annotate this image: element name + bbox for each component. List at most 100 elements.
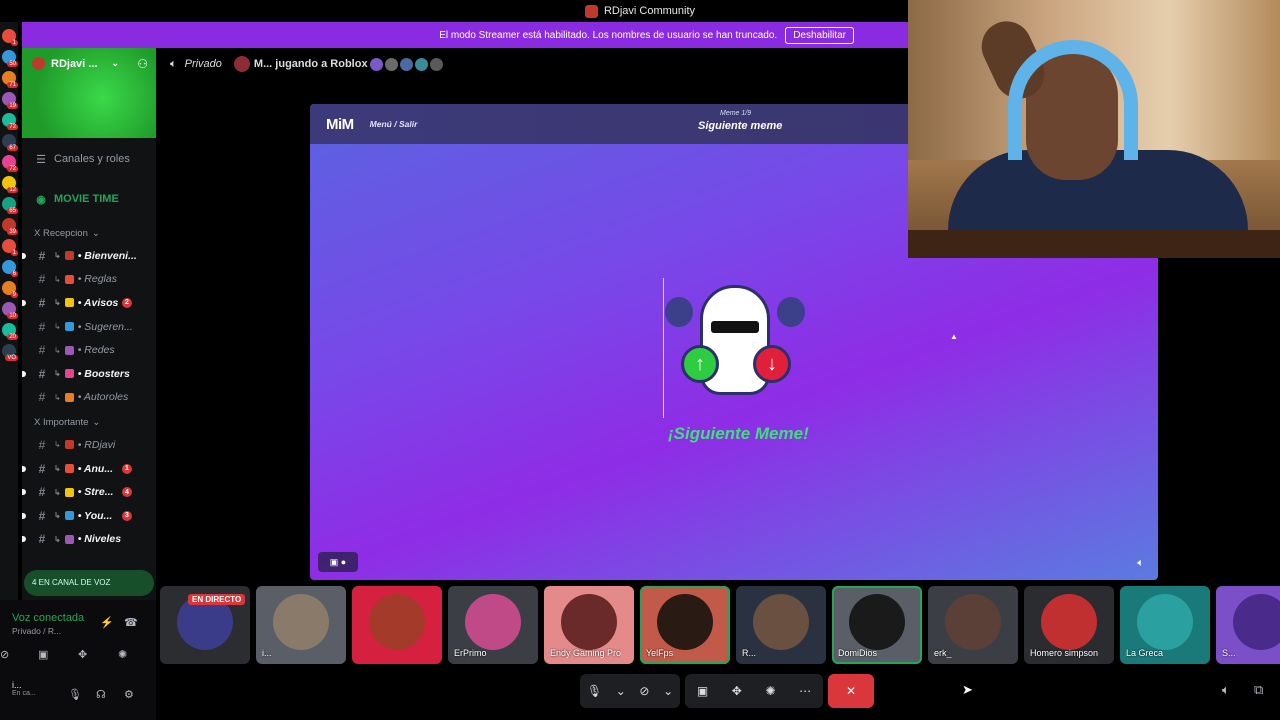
participant-tiles: EN DIRECTO i... ErPrimo Endy Gaming Pro YelF… xyxy=(160,586,1280,664)
participant-tile[interactable] xyxy=(352,586,442,664)
mascot-paw-right xyxy=(777,297,805,327)
voice-topbar: 🔈︎ Privado M... jugando a Roblox xyxy=(160,52,443,76)
channel-channels_importante-2[interactable]: # ↳ • Stre... 4 xyxy=(22,480,156,504)
server-icon[interactable]: 67 xyxy=(2,134,18,151)
screen-share-icon[interactable]: ▣ xyxy=(38,648,48,661)
participant-tile[interactable]: YelFps xyxy=(640,586,730,664)
server-badge: 71 xyxy=(7,82,18,88)
participant-tile[interactable]: La Greca xyxy=(1120,586,1210,664)
voice-channel-pill[interactable]: 4 EN CANAL DE VOZ xyxy=(24,570,154,596)
popout-icon[interactable]: ⧉ xyxy=(1254,682,1263,698)
activities-icon[interactable]: ✥ xyxy=(78,648,87,661)
unread-indicator xyxy=(22,536,26,543)
soundboard-icon[interactable]: ✺ xyxy=(118,648,127,661)
unread-indicator xyxy=(22,465,26,472)
participant-tile[interactable]: erk_ xyxy=(928,586,1018,664)
avatar xyxy=(1137,594,1193,650)
participant-tile[interactable]: S... xyxy=(1216,586,1280,664)
user-panel[interactable]: i... En ca... xyxy=(12,680,36,697)
participant-name: R... xyxy=(742,648,757,658)
category-recepcion[interactable]: X Recepcion ⌄ xyxy=(22,222,156,244)
volume-icon[interactable]: 🔈︎ xyxy=(1137,557,1144,570)
server-icon[interactable]: 9 xyxy=(2,281,18,298)
server-icon[interactable]: 71 xyxy=(2,71,18,88)
participant-tile[interactable]: EN DIRECTO xyxy=(160,586,250,664)
voice-status[interactable]: Voz conectada xyxy=(12,612,84,624)
tree-icon: ↳ xyxy=(54,440,61,450)
participant-tile[interactable]: DomiDios xyxy=(832,586,922,664)
screen-share-icon[interactable]: ▣ xyxy=(697,684,708,698)
server-icon[interactable]: 19 xyxy=(2,92,18,109)
participant-tile[interactable]: i... xyxy=(256,586,346,664)
category-label: X Recepcion xyxy=(34,227,88,239)
guild-name-button[interactable]: RDjavi ... ⌄ xyxy=(32,57,119,70)
channel-emoji-icon xyxy=(64,274,74,284)
channel-channels_recepcion-4[interactable]: # ↳ • Redes xyxy=(22,338,156,362)
volume-icon[interactable]: 🔈︎ xyxy=(1222,682,1230,698)
participant-name: La Greca xyxy=(1126,648,1164,658)
server-icon[interactable]: 2272 xyxy=(2,155,18,172)
camera-off-icon[interactable]: ⊘ xyxy=(0,648,9,661)
server-icon[interactable]: VO xyxy=(2,344,18,361)
chevron-down-icon[interactable]: ⌄ xyxy=(663,684,673,698)
channel-channels_importante-0[interactable]: # ↳ • RDjavi xyxy=(22,433,156,457)
unread-indicator xyxy=(22,370,26,377)
channel-channels_recepcion-2[interactable]: # ↳ • Avisos 2 xyxy=(22,291,156,315)
server-icon[interactable]: 1 xyxy=(2,239,18,256)
category-importante[interactable]: X Importante ⌄ xyxy=(22,411,156,433)
microphone-icon[interactable]: 🎙︎ xyxy=(68,688,82,701)
channel-channels_recepcion-3[interactable]: # ↳ • Sugeren... xyxy=(22,315,156,339)
chevron-down-icon[interactable]: ⌄ xyxy=(616,684,626,698)
disconnect-icon[interactable]: ☎ xyxy=(124,616,138,629)
divider xyxy=(663,278,664,418)
mouse-pointer-icon: ▲ xyxy=(950,332,958,341)
channel-channels_recepcion-6[interactable]: # ↳ • Autoroles xyxy=(22,386,156,410)
activity-participants-button[interactable]: ▣ ● xyxy=(318,552,358,572)
participant-tile[interactable]: ErPrimo xyxy=(448,586,538,664)
server-icon[interactable]: 50 xyxy=(2,50,18,67)
menu-exit-link[interactable]: Menú / Salir xyxy=(370,119,418,129)
tree-icon: ↳ xyxy=(54,369,61,379)
server-icon[interactable]: 6 xyxy=(2,260,18,277)
server-icon[interactable]: 39 xyxy=(2,218,18,235)
activities-icon[interactable]: ✥ xyxy=(732,684,742,698)
avatar xyxy=(369,594,425,650)
tree-icon: ↳ xyxy=(54,298,61,308)
hash-icon: # xyxy=(38,343,46,358)
channel-channels_importante-1[interactable]: # ↳ • Anu... 1 xyxy=(22,457,156,481)
channel-channels_recepcion-5[interactable]: # ↳ • Boosters xyxy=(22,362,156,386)
server-icon[interactable]: 20 xyxy=(2,323,18,340)
server-icon[interactable]: 1 xyxy=(2,29,18,46)
hash-icon: # xyxy=(38,319,46,334)
microphone-icon[interactable]: 🎙︎ xyxy=(587,684,602,698)
noise-suppression-icon[interactable]: ⚡ xyxy=(100,616,114,629)
mention-badge: 2 xyxy=(122,297,132,308)
movie-time-channel[interactable]: ◉ MOVIE TIME xyxy=(22,182,156,216)
server-icon[interactable]: 65 xyxy=(2,197,18,214)
leave-call-button[interactable]: ✕ xyxy=(828,674,874,708)
server-icon[interactable]: 12 xyxy=(2,176,18,193)
voice-location[interactable]: Privado / R... xyxy=(12,626,61,636)
server-icon[interactable]: 10 xyxy=(2,302,18,319)
disable-streamer-button[interactable]: Deshabilitar xyxy=(785,26,854,44)
channels-roles-link[interactable]: ☰ Canales y roles xyxy=(22,142,156,176)
channel-channels_importante-3[interactable]: # ↳ • You... 3 xyxy=(22,504,156,528)
channel-channels_recepcion-1[interactable]: # ↳ • Reglas xyxy=(22,268,156,292)
channel-channels_importante-4[interactable]: # ↳ • Niveles xyxy=(22,528,156,552)
activity-status[interactable]: M... jugando a Roblox xyxy=(254,58,368,70)
server-icon[interactable]: 72 xyxy=(2,113,18,130)
headphones-icon[interactable]: ☊ xyxy=(96,688,106,701)
soundboard-icon[interactable]: ✺ xyxy=(765,684,775,698)
participant-tile[interactable]: R... xyxy=(736,586,826,664)
participant-tile[interactable]: Endy Gaming Pro xyxy=(544,586,634,664)
more-icon[interactable]: ⋯ xyxy=(799,684,811,698)
settings-gear-icon[interactable]: ⚙ xyxy=(124,688,134,701)
invite-people-icon[interactable]: ⚇ xyxy=(137,57,148,71)
camera-off-icon[interactable]: ⊘ xyxy=(639,684,649,698)
hangup-icon: ✕ xyxy=(845,684,857,698)
server-badge: 67 xyxy=(7,145,18,151)
channel-emoji-icon xyxy=(64,322,74,332)
avatar xyxy=(369,57,383,71)
channel-channels_recepcion-0[interactable]: # ↳ • Bienveni... xyxy=(22,244,156,268)
participant-tile[interactable]: Homero simpson xyxy=(1024,586,1114,664)
